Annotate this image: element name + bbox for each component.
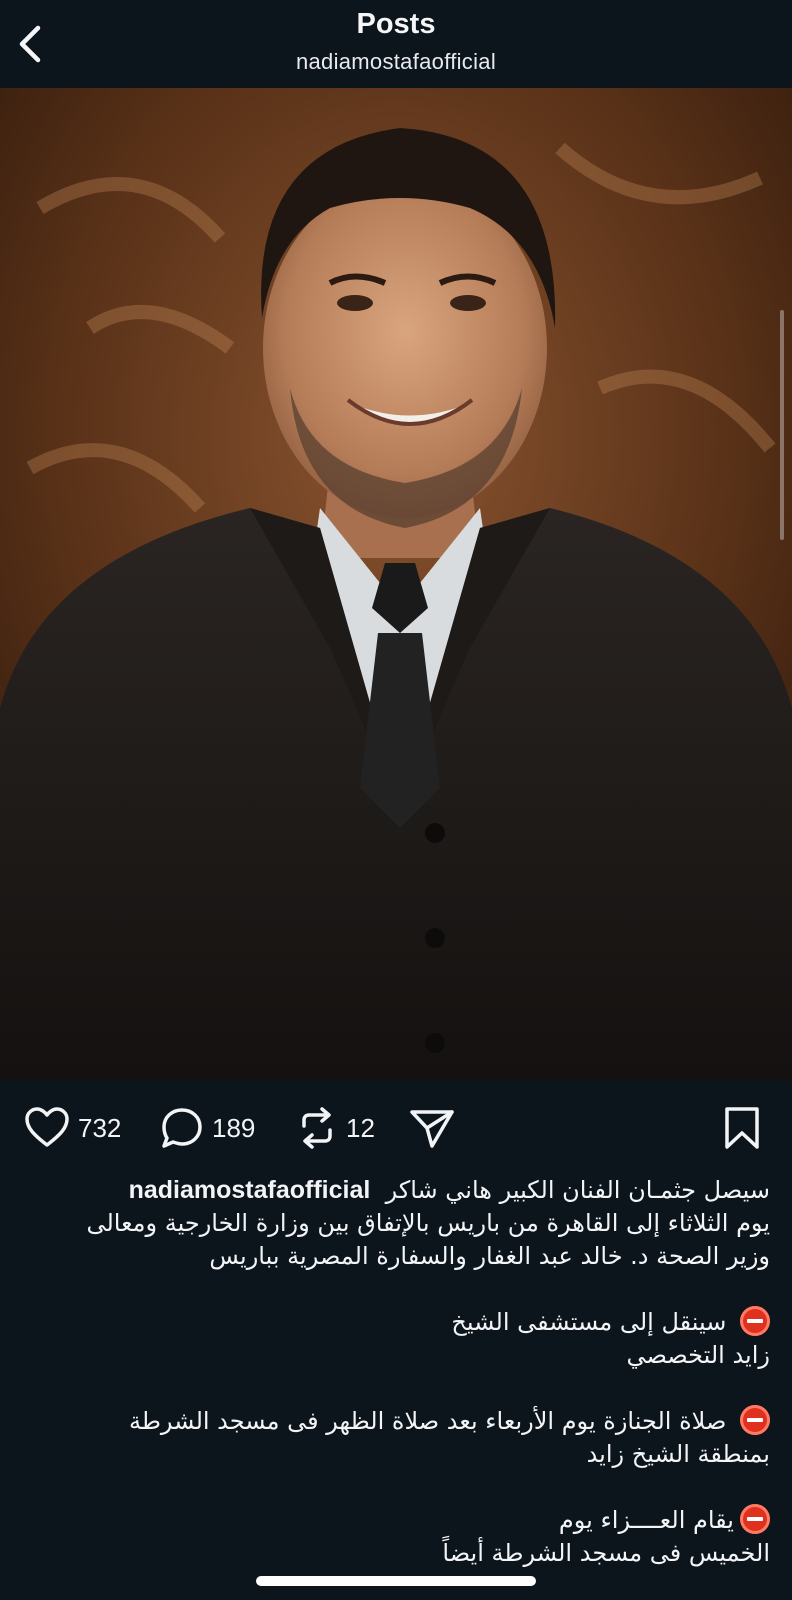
- post-image[interactable]: [0, 88, 792, 1080]
- top-bar: Posts nadiamostafaofficial: [0, 0, 792, 88]
- repost-icon: [302, 1107, 332, 1149]
- caption-text: صلاة الجنازة يوم الأربعاء بعد صلاة الظهر…: [128, 1407, 727, 1435]
- caption-text: سينقل إلى مستشفى الشيخ: [451, 1308, 727, 1336]
- repost-button[interactable]: 12: [296, 1100, 375, 1156]
- share-button[interactable]: [408, 1100, 456, 1156]
- caption-line: يقام العــــزاء يوم: [22, 1504, 770, 1537]
- post-caption: سيصل جثمـان الفنان الكبير هاني شاكر nadi…: [22, 1174, 770, 1570]
- save-button[interactable]: [722, 1100, 762, 1156]
- home-indicator[interactable]: [256, 1576, 536, 1586]
- stop-sign-icon: [740, 1504, 770, 1534]
- like-count: 732: [78, 1112, 122, 1143]
- comment-count: 189: [212, 1112, 256, 1143]
- post-actions: 732 189 12: [0, 1100, 792, 1156]
- scroll-indicator: [780, 310, 784, 540]
- comment-button[interactable]: 189: [160, 1100, 255, 1156]
- caption-line: صلاة الجنازة يوم الأربعاء بعد صلاة الظهر…: [22, 1405, 770, 1438]
- caption-line: يوم الثلاثاء إلى القاهرة من باريس بالإتف…: [86, 1209, 770, 1237]
- caption-text: سيصل جثمـان الفنان الكبير هاني شاكر: [385, 1176, 770, 1204]
- repost-count: 12: [346, 1112, 375, 1143]
- stop-sign-icon: [740, 1405, 770, 1435]
- caption-line: زايد التخصصي: [626, 1341, 770, 1369]
- caption-text: يقام العــــزاء يوم: [558, 1506, 734, 1534]
- comment-icon: [162, 1108, 202, 1148]
- heart-icon: [25, 1107, 69, 1147]
- caption-line: بمنطقة الشيخ زايد: [586, 1440, 770, 1468]
- bookmark-icon: [725, 1107, 759, 1149]
- account-username[interactable]: nadiamostafaofficial: [0, 49, 792, 75]
- caption-line: سينقل إلى مستشفى الشيخ: [22, 1306, 770, 1339]
- like-button[interactable]: 732: [24, 1100, 121, 1156]
- portrait-illustration: [0, 88, 792, 1080]
- share-icon: [410, 1110, 454, 1148]
- caption-line: سيصل جثمـان الفنان الكبير هاني شاكر nadi…: [22, 1174, 770, 1207]
- caption-line: وزير الصحة د. خالد عبد الغفار والسفارة ا…: [209, 1242, 770, 1270]
- stop-sign-icon: [740, 1306, 770, 1336]
- page-title: Posts: [356, 8, 436, 40]
- caption-username[interactable]: nadiamostafaofficial: [129, 1176, 371, 1204]
- caption-line: الخميس فى مسجد الشرطة أيضاً: [442, 1539, 770, 1567]
